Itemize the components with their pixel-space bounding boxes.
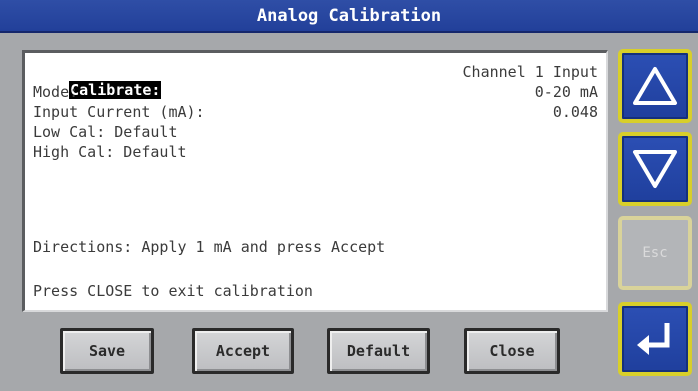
up-triangle-icon bbox=[633, 67, 677, 105]
mode-label: Mode: bbox=[33, 83, 79, 101]
default-button-label: Default bbox=[346, 342, 411, 360]
mode-value: 0-20 mA bbox=[534, 83, 598, 101]
enter-return-icon bbox=[637, 323, 670, 355]
close-button-label: Close bbox=[489, 342, 535, 360]
down-triangle-icon bbox=[633, 150, 677, 188]
esc-button-label: Esc bbox=[642, 245, 668, 261]
accept-button[interactable]: Accept bbox=[192, 328, 294, 374]
channel-value: Channel 1 Input bbox=[462, 63, 598, 81]
enter-button[interactable] bbox=[618, 302, 692, 376]
input-current-label: Input Current (mA): bbox=[33, 103, 205, 121]
directions-text: Directions: Apply 1 mA and press Accept bbox=[33, 238, 386, 256]
save-button-label: Save bbox=[88, 342, 126, 360]
input-current-value: 0.048 bbox=[552, 103, 598, 121]
save-button[interactable]: Save bbox=[60, 328, 154, 374]
low-cal-status: Low Cal: Default bbox=[33, 123, 178, 141]
default-button[interactable]: Default bbox=[327, 328, 430, 374]
window-title: Analog Calibration bbox=[0, 0, 698, 33]
up-button[interactable] bbox=[618, 49, 692, 123]
close-button[interactable]: Close bbox=[464, 328, 560, 374]
accept-button-label: Accept bbox=[215, 342, 271, 360]
down-button[interactable] bbox=[618, 132, 692, 206]
calibration-panel: Calibrate: Channel 1 Input Mode: 0-20 mA… bbox=[22, 50, 608, 312]
exit-hint-text: Press CLOSE to exit calibration bbox=[33, 282, 313, 300]
calibrate-label-text: Calibrate: bbox=[69, 81, 162, 99]
esc-button[interactable]: Esc bbox=[618, 216, 692, 290]
high-cal-status: High Cal: Default bbox=[33, 143, 187, 161]
window-title-text: Analog Calibration bbox=[256, 5, 442, 26]
